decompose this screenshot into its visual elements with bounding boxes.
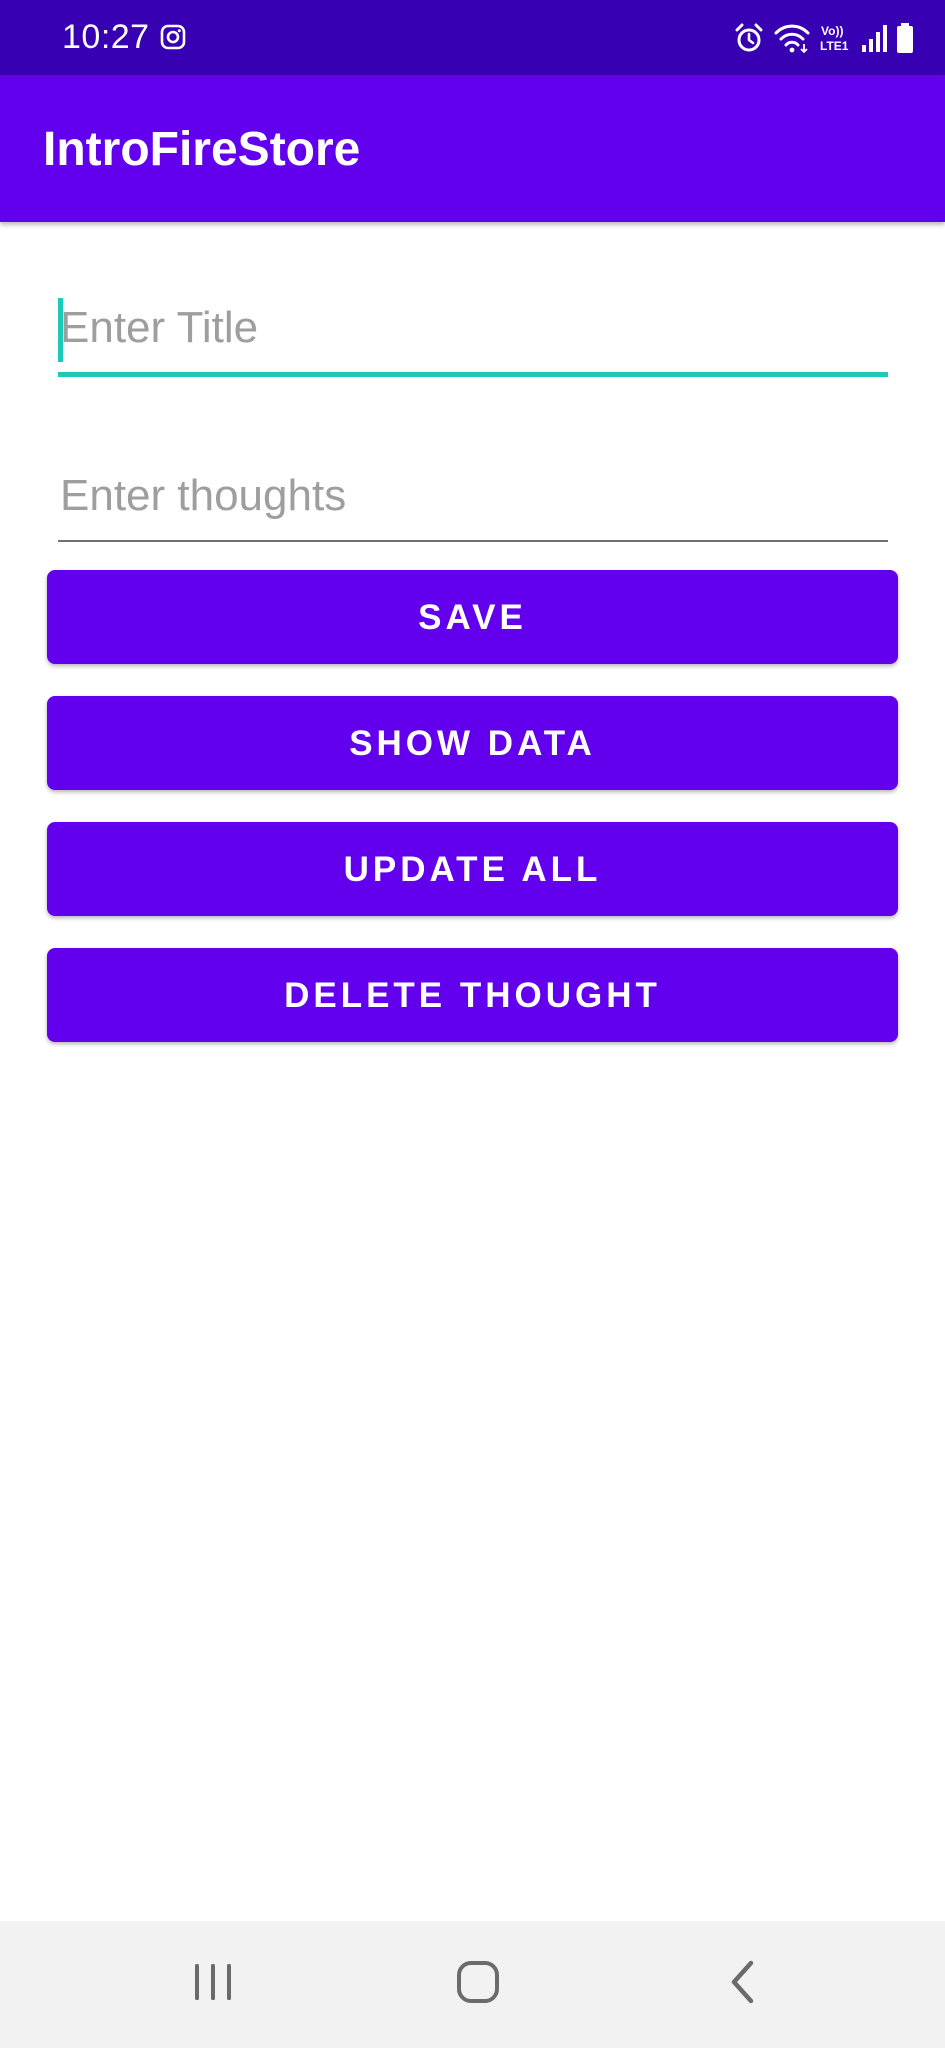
home-button[interactable] [418, 1921, 538, 2048]
instagram-icon [160, 24, 186, 50]
app-title: IntroFireStore [43, 123, 361, 176]
wifi-icon [773, 22, 811, 54]
svg-text:LTE1: LTE1 [820, 39, 849, 53]
status-bar: 10:27 Vo)) LTE1 [0, 0, 945, 75]
alarm-icon [733, 22, 765, 54]
title-underline [58, 372, 888, 377]
navigation-bar [0, 1921, 945, 2048]
save-button[interactable]: SAVE [47, 570, 898, 664]
thoughts-underline [58, 540, 888, 542]
home-icon [455, 1959, 501, 2010]
show-data-button[interactable]: SHOW DATA [47, 696, 898, 790]
status-time: 10:27 [62, 18, 150, 56]
recents-button[interactable] [153, 1921, 273, 2048]
volte-lte-icon: Vo)) LTE1 [819, 22, 853, 54]
thoughts-input[interactable] [58, 464, 888, 528]
update-all-button[interactable]: UPDATE ALL [47, 822, 898, 916]
thoughts-field[interactable] [58, 464, 888, 542]
status-icons: Vo)) LTE1 [733, 20, 915, 56]
back-icon [725, 1959, 761, 2010]
app-screen: 10:27 Vo)) LTE1 IntroFireStore Enter Tit… [0, 0, 945, 2048]
app-bar: IntroFireStore [0, 75, 945, 222]
text-cursor [58, 298, 63, 362]
battery-icon [895, 22, 915, 54]
delete-thought-button[interactable]: DELETE THOUGHT [47, 948, 898, 1042]
back-button[interactable] [683, 1921, 803, 2048]
signal-icon [861, 23, 887, 53]
recents-icon [191, 1960, 235, 2009]
svg-text:Vo)): Vo)) [821, 24, 843, 38]
title-input[interactable] [58, 296, 888, 360]
title-field[interactable] [58, 296, 888, 377]
